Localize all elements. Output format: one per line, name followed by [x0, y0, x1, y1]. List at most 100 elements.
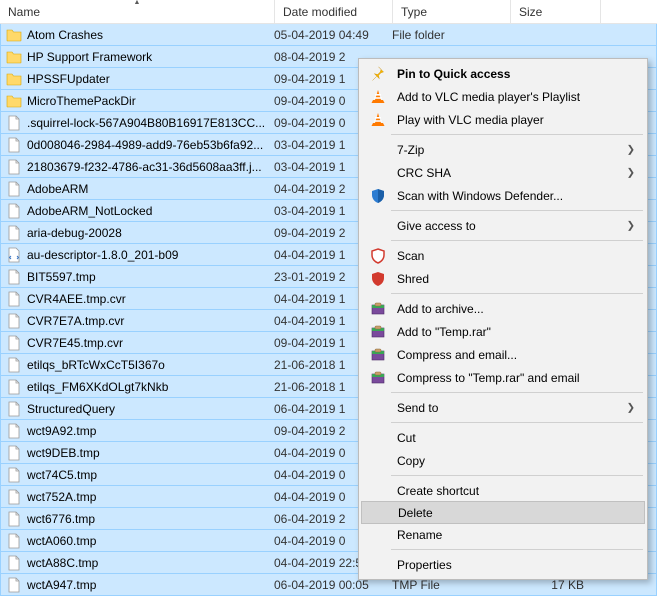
menu-icon-wrap: [367, 141, 389, 159]
file-icon: [6, 533, 22, 549]
menu-icon-wrap: [367, 482, 389, 500]
menu-item-7-zip[interactable]: 7-Zip ❯: [361, 138, 645, 161]
menu-icon-wrap: [367, 526, 389, 544]
folder-icon: [6, 71, 22, 87]
menu-item-scan-with-windows-defender[interactable]: Scan with Windows Defender...: [361, 184, 645, 207]
file-icon-wrap: [5, 532, 23, 550]
menu-item-label: Play with VLC media player: [397, 113, 544, 127]
menu-item-give-access-to[interactable]: Give access to❯: [361, 214, 645, 237]
file-name: CVR7E7A.tmp.cvr: [27, 314, 274, 328]
file-icon-wrap: [5, 158, 23, 176]
file-icon: [6, 423, 22, 439]
column-name[interactable]: Name ▲: [0, 0, 275, 23]
menu-icon-wrap: [367, 346, 389, 364]
file-icon-wrap: [5, 488, 23, 506]
menu-separator: [391, 549, 643, 550]
file-icon-wrap: [5, 224, 23, 242]
menu-item-play-with-vlc-media-player[interactable]: Play with VLC media player: [361, 108, 645, 131]
file-icon-wrap: [5, 92, 23, 110]
file-icon: [6, 489, 22, 505]
file-name: 21803679-f232-4786-ac31-36d5608aa3ff.j..…: [27, 160, 274, 174]
menu-item-cut[interactable]: Cut: [361, 426, 645, 449]
menu-icon-wrap: [367, 429, 389, 447]
file-icon: [6, 291, 22, 307]
menu-item-properties[interactable]: Properties: [361, 553, 645, 576]
menu-item-rename[interactable]: Rename: [361, 523, 645, 546]
menu-item-add-to-temp-rar[interactable]: Add to "Temp.rar": [361, 320, 645, 343]
file-icon-wrap: [5, 576, 23, 594]
file-icon: [6, 181, 22, 197]
table-row[interactable]: Atom Crashes05-04-2019 04:49File folder: [0, 24, 657, 46]
winrar-icon: [370, 370, 386, 386]
file-name: wct9A92.tmp: [27, 424, 274, 438]
menu-icon-wrap: [367, 164, 389, 182]
context-menu: Pin to Quick accessAdd to VLC media play…: [358, 58, 648, 580]
file-icon-wrap: [5, 554, 23, 572]
menu-item-label: Copy: [397, 454, 425, 468]
menu-item-compress-and-email[interactable]: Compress and email...: [361, 343, 645, 366]
file-name: wctA947.tmp: [27, 578, 274, 592]
menu-separator: [391, 240, 643, 241]
file-name: CVR4AEE.tmp.cvr: [27, 292, 274, 306]
submenu-arrow-icon: ❯: [627, 144, 635, 155]
file-icon-wrap: [5, 268, 23, 286]
file-type: File folder: [392, 28, 510, 42]
file-name: CVR7E45.tmp.cvr: [27, 336, 274, 350]
submenu-arrow-icon: ❯: [627, 167, 635, 178]
file-name: AdobeARM_NotLocked: [27, 204, 274, 218]
column-size-label: Size: [519, 5, 542, 19]
file-icon: [6, 511, 22, 527]
menu-item-label: Shred: [397, 272, 429, 286]
menu-item-label: Compress to "Temp.rar" and email: [397, 371, 580, 385]
column-date-label: Date modified: [283, 5, 357, 19]
menu-item-shred[interactable]: Shred: [361, 267, 645, 290]
file-icon: [6, 577, 22, 593]
winrar-icon: [370, 301, 386, 317]
menu-separator: [391, 392, 643, 393]
menu-icon-wrap: [367, 452, 389, 470]
file-icon-wrap: [5, 312, 23, 330]
file-icon-wrap: [5, 180, 23, 198]
menu-icon-wrap: [367, 399, 389, 417]
menu-icon-wrap: [367, 323, 389, 341]
menu-separator: [391, 293, 643, 294]
file-name: au-descriptor-1.8.0_201-b09: [27, 248, 274, 262]
menu-item-label: Add to archive...: [397, 302, 484, 316]
menu-item-create-shortcut[interactable]: Create shortcut: [361, 479, 645, 502]
menu-item-label: Create shortcut: [397, 484, 479, 498]
menu-item-copy[interactable]: Copy: [361, 449, 645, 472]
file-icon-wrap: [5, 444, 23, 462]
file-icon-wrap: [5, 466, 23, 484]
file-icon: [6, 137, 22, 153]
file-icon: [6, 467, 22, 483]
menu-item-add-to-archive[interactable]: Add to archive...: [361, 297, 645, 320]
menu-item-compress-to-temp-rar-and-email[interactable]: Compress to "Temp.rar" and email: [361, 366, 645, 389]
menu-icon-wrap: [367, 187, 389, 205]
file-icon-wrap: [5, 202, 23, 220]
file-icon-wrap: [5, 70, 23, 88]
column-type[interactable]: Type: [393, 0, 511, 23]
column-type-label: Type: [401, 5, 427, 19]
column-date-modified[interactable]: Date modified: [275, 0, 393, 23]
menu-item-add-to-vlc-media-player-s-playlist[interactable]: Add to VLC media player's Playlist: [361, 85, 645, 108]
shield-icon: [370, 188, 386, 204]
menu-icon-wrap: [367, 369, 389, 387]
file-name: wct752A.tmp: [27, 490, 274, 504]
menu-item-send-to[interactable]: Send to❯: [361, 396, 645, 419]
file-icon-wrap: [5, 422, 23, 440]
file-date: 05-04-2019 04:49: [274, 28, 392, 42]
menu-icon-wrap: [367, 65, 389, 83]
menu-item-label: Send to: [397, 401, 438, 415]
menu-item-delete[interactable]: Delete: [361, 501, 645, 524]
menu-item-label: Scan with Windows Defender...: [397, 189, 563, 203]
column-size[interactable]: Size: [511, 0, 601, 23]
menu-item-crc-sha[interactable]: CRC SHA❯: [361, 161, 645, 184]
menu-item-label: Delete: [398, 506, 433, 520]
menu-item-pin-to-quick-access[interactable]: Pin to Quick access: [361, 62, 645, 85]
winrar-icon: [370, 347, 386, 363]
menu-item-scan[interactable]: Scan: [361, 244, 645, 267]
menu-item-label: 7-Zip: [397, 143, 424, 157]
file-name: Atom Crashes: [27, 28, 274, 42]
menu-separator: [391, 422, 643, 423]
file-name: wct9DEB.tmp: [27, 446, 274, 460]
